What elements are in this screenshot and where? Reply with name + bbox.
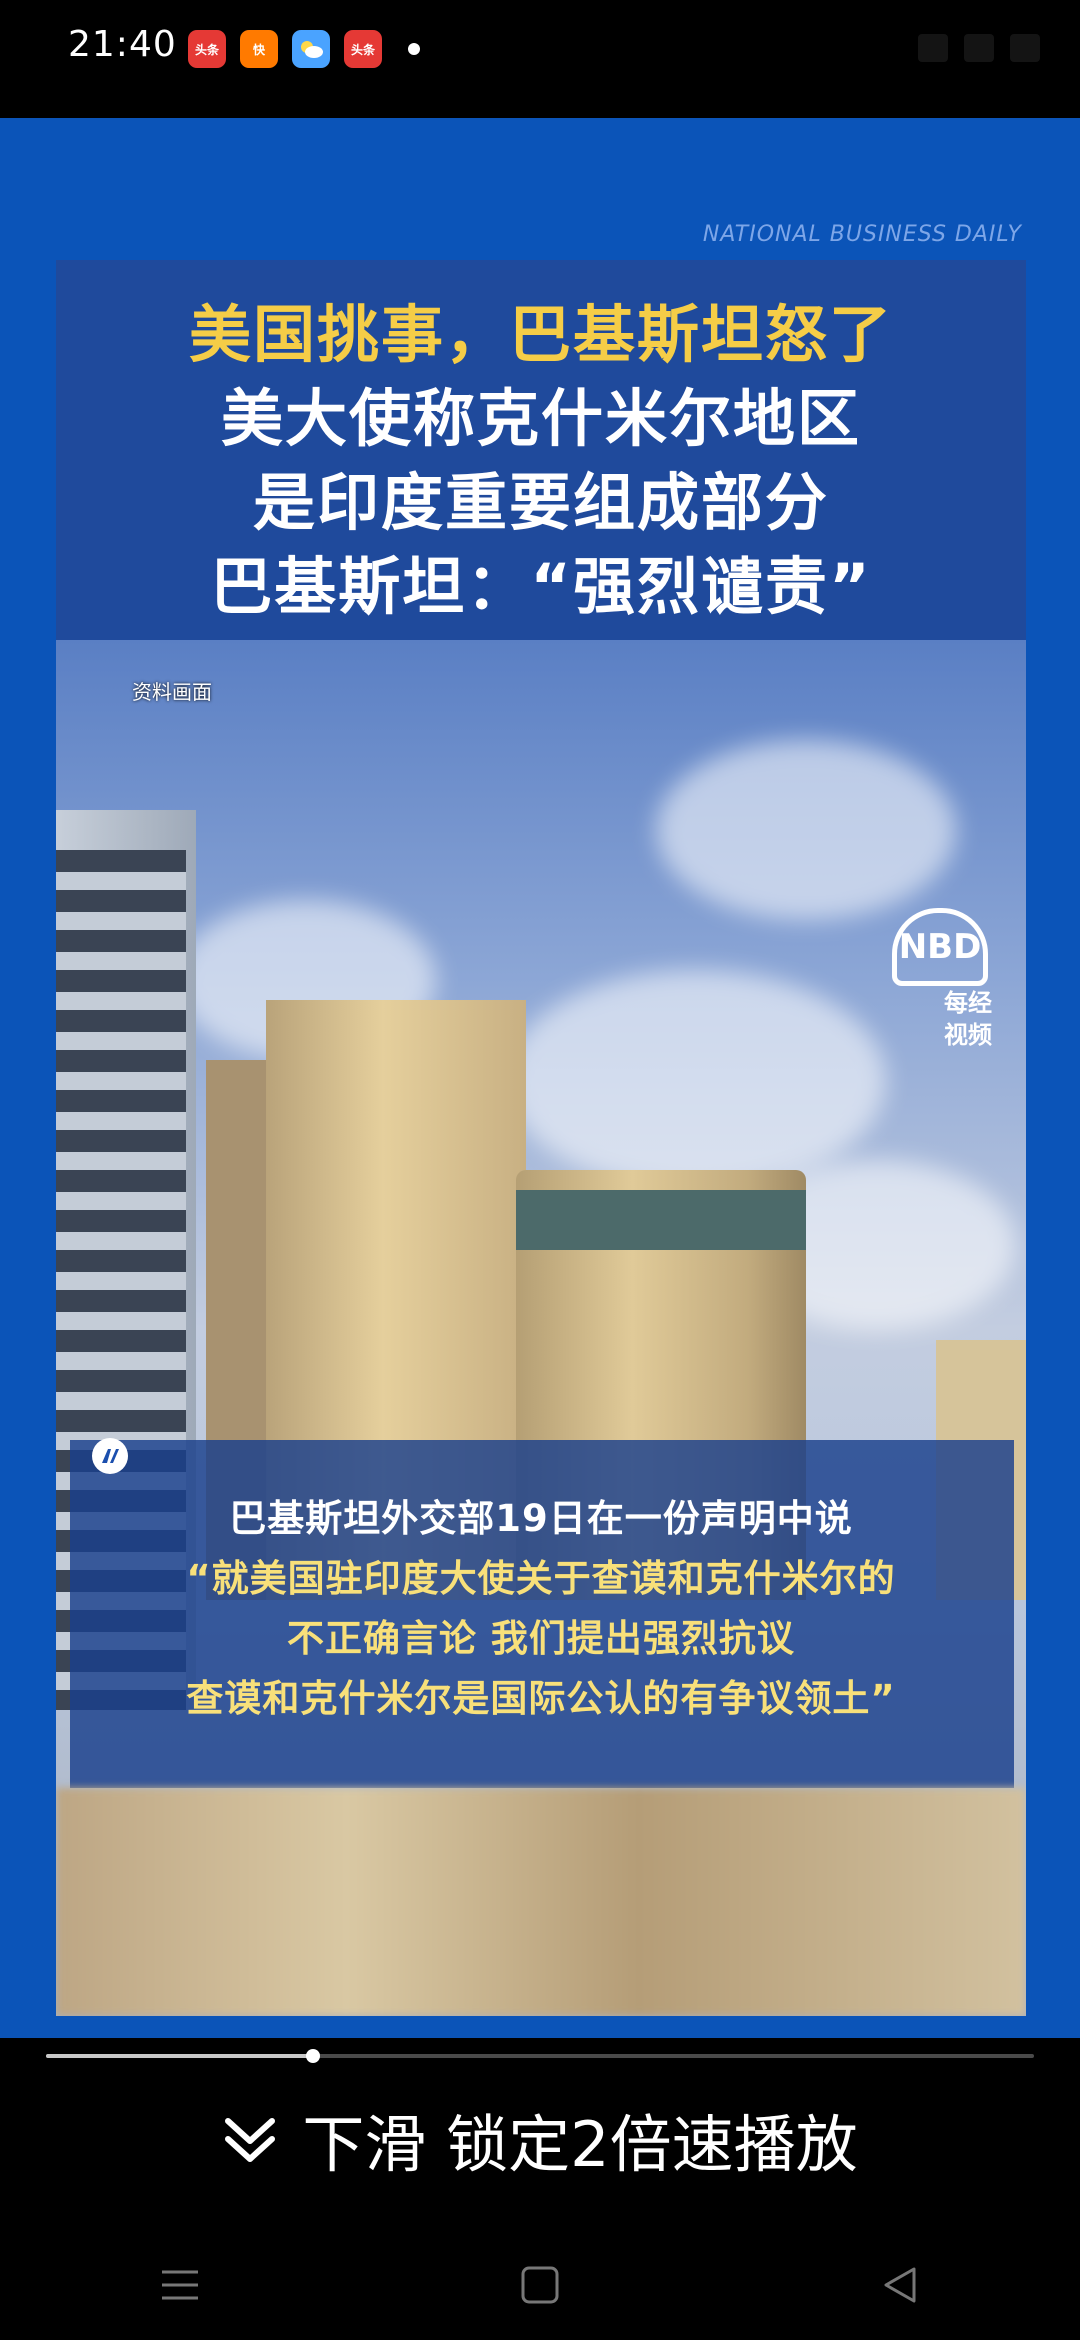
- video-frame: 资料画面 NBD 每经 视频 巴基斯坦外交部19日在一份声明中说 “就美国驻印度…: [56, 640, 1026, 2016]
- source-label: 资料画面: [132, 680, 212, 704]
- back-button[interactable]: [860, 2245, 940, 2325]
- status-bar: 21:40 头条 快 头条: [0, 0, 1080, 118]
- battery-icon: [1010, 34, 1040, 62]
- progress-bar[interactable]: [46, 2049, 1034, 2063]
- progress-thumb[interactable]: [305, 2049, 320, 2063]
- double-chevron-down-icon: [225, 2118, 276, 2162]
- title-line-4: 巴基斯坦：“强烈谴责”: [210, 550, 872, 623]
- wifi-icon: [964, 34, 994, 62]
- nbd-logo: NBD 每经 视频: [892, 908, 992, 1049]
- signal-icon: [918, 34, 948, 62]
- menu-button[interactable]: [140, 2245, 220, 2325]
- blurred-region: [56, 1788, 1026, 2016]
- swipe-hint[interactable]: 下滑 锁定2倍速播放: [0, 2094, 1080, 2184]
- toutiao-icon: 头条: [188, 30, 226, 68]
- system-nav-bar: [0, 2230, 1080, 2340]
- system-status-icons: [918, 34, 1040, 62]
- caption-line-2: “就美国驻印度大使关于查谟和克什米尔的: [186, 1557, 896, 1600]
- back-icon: [884, 2267, 916, 2303]
- nbd-mark: NBD: [892, 908, 988, 986]
- channel-badge-icon: [92, 1438, 128, 1474]
- nbd-name-line-1: 每经: [944, 989, 992, 1017]
- title-line-1: 美国挑事，巴基斯坦怒了: [188, 298, 893, 371]
- video-player[interactable]: NATIONAL BUSINESS DAILY 美国挑事，巴基斯坦怒了 美大使称…: [0, 118, 1080, 2038]
- weather-icon: [292, 30, 330, 68]
- title-line-2: 美大使称克什米尔地区: [220, 382, 861, 455]
- home-icon: [521, 2266, 559, 2304]
- notification-icons: 头条 快 头条: [188, 30, 420, 68]
- video-title-panel: 美国挑事，巴基斯坦怒了 美大使称克什米尔地区 是印度重要组成部分 巴基斯坦：“强…: [56, 260, 1026, 640]
- caption-line-1: 巴基斯坦外交部19日在一份声明中说: [229, 1497, 853, 1540]
- menu-icon: [162, 2270, 198, 2300]
- title-line-3: 是印度重要组成部分: [252, 466, 829, 539]
- caption-line-3: 不正确言论 我们提出强烈抗议: [287, 1617, 795, 1660]
- progress-fill: [46, 2054, 313, 2058]
- swipe-hint-text: 下滑 锁定2倍速播放: [302, 2108, 858, 2181]
- toutiao-icon-2: 头条: [344, 30, 382, 68]
- caption-line-4: 查谟和克什米尔是国际公认的有争议领土”: [186, 1677, 896, 1720]
- kuaishou-icon: 快: [240, 30, 278, 68]
- home-button[interactable]: [500, 2245, 580, 2325]
- watermark-text: NATIONAL BUSINESS DAILY: [702, 222, 1022, 247]
- status-time: 21:40: [68, 24, 177, 65]
- more-notifications-dot: [408, 43, 420, 55]
- cloud: [506, 970, 886, 1190]
- nbd-name-line-2: 视频: [944, 1021, 992, 1049]
- cloud: [656, 740, 956, 920]
